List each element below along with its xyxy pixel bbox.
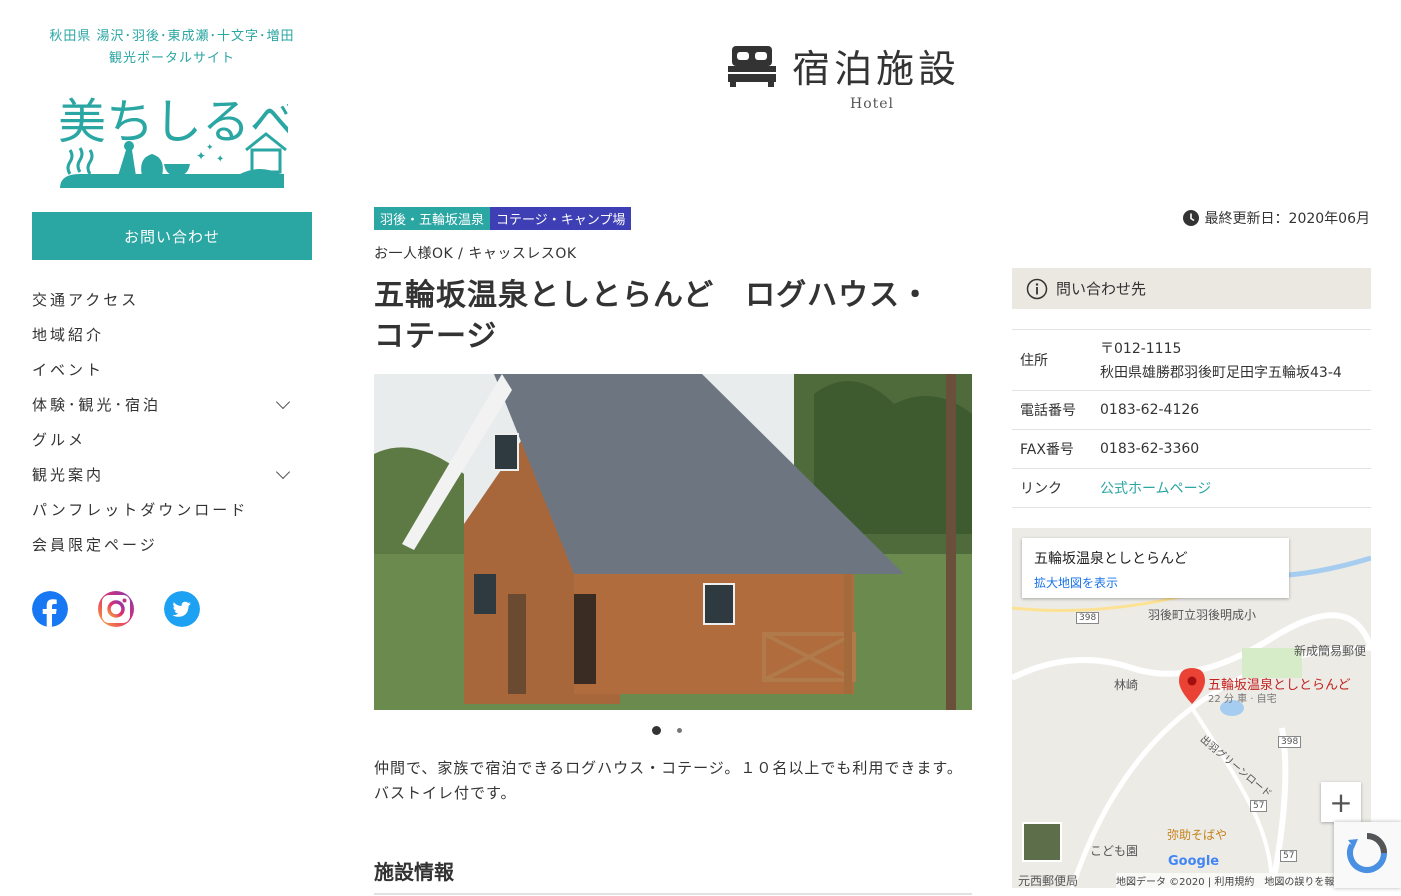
info-label: リンク <box>1012 468 1092 508</box>
svg-text:✦: ✦ <box>216 154 224 165</box>
info-icon <box>1026 278 1048 299</box>
info-value: 公式ホームページ <box>1092 468 1371 508</box>
tag-list: 羽後・五輪坂温泉 コテージ・キャンプ場 <box>374 207 632 230</box>
svg-text:✦: ✦ <box>206 143 214 153</box>
map-pin-sublabel: 22 分 車 · 自宅 <box>1208 694 1277 705</box>
info-value: 0183-62-3360 <box>1092 429 1371 469</box>
info-label: 住所 <box>1012 329 1092 391</box>
social-links <box>32 591 200 627</box>
facebook-icon[interactable] <box>32 591 68 627</box>
slider-dot-2[interactable] <box>677 728 682 733</box>
last-updated: 最終更新日：2020年06月 <box>1182 208 1370 228</box>
recaptcha-badge[interactable] <box>1334 822 1401 888</box>
nav-item-events[interactable]: イベント <box>32 352 312 387</box>
chevron-down-icon[interactable] <box>275 394 291 409</box>
google-map[interactable]: 羽後町立羽後明成小 新成簡易郵便 林崎 出羽グリーンロード 弥助そばや こども園… <box>1012 528 1371 888</box>
official-site-link[interactable]: 公式ホームページ <box>1100 481 1211 497</box>
page-title: 宿泊施設 <box>792 47 961 91</box>
map-label: 新成簡易郵便 <box>1294 644 1367 658</box>
slider-dot-1[interactable] <box>652 726 661 735</box>
facility-description: 仲間で、家族で宿泊できるログハウス・コテージ。１０名以上でも利用できます。バスト… <box>374 759 963 802</box>
nav-item-experience[interactable]: 体験･観光･宿泊 <box>32 387 312 422</box>
contact-info-header: 問い合わせ先 <box>1012 268 1371 309</box>
feature-list: お一人様OK / キャッスレスOK <box>374 246 577 262</box>
route-badge: 57 <box>1280 850 1298 862</box>
instagram-icon[interactable] <box>98 591 134 627</box>
site-logo[interactable]: 美ちしるべ ✦ ✦ ✦ <box>56 80 298 192</box>
info-label: 電話番号 <box>1012 390 1092 430</box>
svg-text:✦: ✦ <box>196 149 206 163</box>
tag-area[interactable]: 羽後・五輪坂温泉 <box>374 207 491 230</box>
nav-item-region[interactable]: 地域紹介 <box>32 317 312 352</box>
nav-item-members[interactable]: 会員限定ページ <box>32 527 312 562</box>
map-label: 羽後町立羽後明成小 <box>1148 608 1257 622</box>
contact-button[interactable]: お問い合わせ <box>32 212 312 260</box>
route-badge: 398 <box>1278 736 1302 748</box>
map-label: 弥助そばや <box>1167 828 1228 842</box>
google-logo: Google <box>1168 854 1220 869</box>
tag-category[interactable]: コテージ・キャンプ場 <box>490 207 632 230</box>
nav-item-pamphlet[interactable]: パンフレットダウンロード <box>32 492 312 527</box>
map-place-card: 五輪坂温泉としとらんど 拡大地図を表示 <box>1022 538 1289 598</box>
info-row-tel: 電話番号 0183-62-4126 <box>1012 390 1371 430</box>
zoom-in-button[interactable]: + <box>1321 782 1361 822</box>
map-pin-icon[interactable] <box>1179 668 1205 704</box>
chevron-down-icon[interactable] <box>275 464 291 479</box>
info-row-fax: FAX番号 0183-62-3360 <box>1012 429 1371 469</box>
page-subtitle: Hotel <box>849 96 895 112</box>
route-badge: 398 <box>1076 612 1100 624</box>
clock-icon <box>1182 210 1199 226</box>
map-label: 元西郵便局 <box>1018 874 1079 888</box>
info-label: FAX番号 <box>1012 429 1092 469</box>
section-title-facility-info: 施設情報 <box>374 856 972 895</box>
map-footer[interactable]: 地図データ ©2020 | 利用規約 地図の誤りを報告 <box>1116 873 1345 888</box>
logo-graphic: 美ちしるべ ✦ ✦ ✦ <box>58 94 298 188</box>
main-nav: 交通アクセス 地域紹介 イベント 体験･観光･宿泊 グルメ 観光案内 パンフレッ… <box>32 282 312 562</box>
facility-photo-slider[interactable] <box>374 374 972 710</box>
facility-title: 五輪坂温泉としとらんど ログハウス・ コテージ <box>374 278 932 354</box>
recaptcha-icon <box>1347 833 1387 873</box>
slider-dots <box>652 726 682 735</box>
nav-item-gourmet[interactable]: グルメ <box>32 422 312 457</box>
map-label: 林崎 <box>1114 678 1139 692</box>
logo-text: 美ちしるべ <box>58 94 288 150</box>
map-label: こども園 <box>1090 844 1139 858</box>
contact-info-table: 住所 〒012-1115 秋田県雄勝郡羽後町足田字五輪坂43-4 電話番号 01… <box>1012 329 1371 508</box>
nav-item-guide[interactable]: 観光案内 <box>32 457 312 492</box>
twitter-icon[interactable] <box>164 591 200 627</box>
page-heading: 宿泊施設 <box>728 38 960 93</box>
info-value: 0183-62-4126 <box>1092 390 1371 430</box>
site-tagline: 秋田県 湯沢･羽後･東成瀬･十文字･増田 観光ポータルサイト <box>49 29 295 66</box>
sidebar: 秋田県 湯沢･羽後･東成瀬･十文字･増田 観光ポータルサイト 美ちしるべ ✦ ✦… <box>0 0 345 896</box>
info-value: 〒012-1115 秋田県雄勝郡羽後町足田字五輪坂43-4 <box>1092 329 1371 391</box>
satellite-toggle[interactable] <box>1022 822 1062 862</box>
route-badge: 57 <box>1250 800 1268 812</box>
enlarge-map-link[interactable]: 拡大地図を表示 <box>1034 574 1277 591</box>
info-row-link: リンク 公式ホームページ <box>1012 468 1371 508</box>
info-row-address: 住所 〒012-1115 秋田県雄勝郡羽後町足田字五輪坂43-4 <box>1012 329 1371 391</box>
log-house-photo <box>374 374 972 710</box>
map-place-name: 五輪坂温泉としとらんど <box>1034 551 1188 567</box>
nav-item-access[interactable]: 交通アクセス <box>32 282 312 317</box>
bed-icon <box>728 45 776 87</box>
